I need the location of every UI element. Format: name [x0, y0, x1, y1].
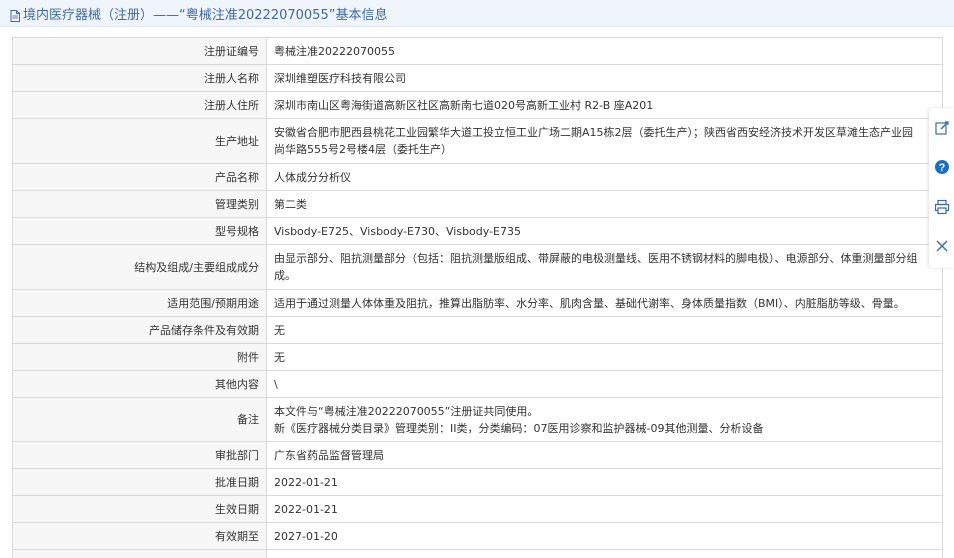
info-icon[interactable]: ? — [934, 159, 950, 175]
row-value: 粤械注准20222070055 — [266, 37, 943, 65]
row-value-line: 本文件与“粤械注准20222070055”注册证共同使用。 — [274, 404, 539, 418]
row-value-line: 由显示部分、阻抗测量部分（包括：阻抗测量版组成、带屏蔽的电极测量线、医用不锈钢材… — [274, 252, 918, 265]
table-row: 有效期至 2027-01-20 — [12, 522, 943, 550]
row-label: 有效期至 — [12, 522, 267, 550]
row-label: 其他内容 — [12, 370, 267, 398]
table-row: 审批部门 广东省药品监督管理局 — [12, 441, 943, 469]
table-row: 注册人名称 深圳维塑医疗科技有限公司 — [12, 64, 943, 92]
row-value: 2022-01-21 — [266, 495, 943, 523]
row-value: 无 — [266, 343, 943, 371]
row-value: 广东省药品监督管理局 — [266, 441, 943, 469]
row-label: 审批部门 — [12, 441, 267, 469]
row-value-line: 安徽省合肥市肥西县桃花工业园繁华大道工投立恒工业广场二期A15栋2层（委托生产）… — [274, 126, 914, 139]
row-label: 注册证编号 — [12, 37, 267, 65]
print-icon[interactable] — [934, 199, 950, 215]
page-title: 境内医疗器械（注册）——“粤械注准20222070055”基本信息 — [23, 7, 388, 23]
row-label: 附件 — [12, 343, 267, 371]
row-label: 结构及组成/主要组成成分 — [12, 244, 267, 290]
table-row: 结构及组成/主要组成成分 由显示部分、阻抗测量部分（包括：阻抗测量版组成、带屏蔽… — [12, 244, 943, 290]
row-value: 人体成分分析仪 — [266, 163, 943, 191]
svg-text:?: ? — [939, 162, 946, 174]
table-row — [12, 549, 943, 558]
close-icon[interactable] — [934, 238, 950, 254]
row-value: Visbody-E725、Visbody-E730、Visbody-E735 — [266, 217, 943, 245]
table-row: 注册人住所 深圳市南山区粤海街道高新区社区高新南七道020号高新工业村 R2-B… — [12, 91, 943, 119]
row-value-line: 成。 — [274, 269, 296, 282]
row-label: 产品储存条件及有效期 — [12, 316, 267, 344]
table-row: 备注 本文件与“粤械注准20222070055”注册证共同使用。 新《医疗器械分… — [12, 397, 943, 442]
page: 境内医疗器械（注册）——“粤械注准20222070055”基本信息 注册证编号 … — [0, 0, 954, 558]
table-row: 适用范围/预期用途 适用于通过测量人体体重及阻抗，推算出脂肪率、水分率、肌肉含量… — [12, 289, 943, 317]
table-row: 附件 无 — [12, 343, 943, 371]
row-label: 产品名称 — [12, 163, 267, 191]
row-value: 第二类 — [266, 190, 943, 218]
row-value: 适用于通过测量人体体重及阻抗，推算出脂肪率、水分率、肌肉含量、基础代谢率、身体质… — [266, 289, 943, 317]
row-value: 深圳维塑医疗科技有限公司 — [266, 64, 943, 92]
title-bar: 境内医疗器械（注册）——“粤械注准20222070055”基本信息 — [0, 0, 954, 27]
table-row: 产品名称 人体成分分析仪 — [12, 163, 943, 191]
table-row: 生产地址 安徽省合肥市肥西县桃花工业园繁华大道工投立恒工业广场二期A15栋2层（… — [12, 118, 943, 164]
row-label — [12, 549, 267, 558]
table-row: 注册证编号 粤械注准20222070055 — [12, 37, 943, 65]
document-icon — [10, 7, 20, 22]
row-value: 本文件与“粤械注准20222070055”注册证共同使用。 新《医疗器械分类目录… — [266, 397, 943, 442]
row-label: 适用范围/预期用途 — [12, 289, 267, 317]
edit-icon[interactable] — [934, 120, 950, 136]
row-label: 备注 — [12, 397, 267, 442]
table-row: 型号规格 Visbody-E725、Visbody-E730、Visbody-E… — [12, 217, 943, 245]
row-value: 无 — [266, 316, 943, 344]
table-row: 管理类别 第二类 — [12, 190, 943, 218]
row-label: 生效日期 — [12, 495, 267, 523]
row-value — [266, 549, 943, 558]
row-value: \ — [266, 370, 943, 398]
row-value: 2022-01-21 — [266, 468, 943, 496]
table-row: 批准日期 2022-01-21 — [12, 468, 943, 496]
table-row: 生效日期 2022-01-21 — [12, 495, 943, 523]
row-label: 生产地址 — [12, 118, 267, 164]
table-row: 产品储存条件及有效期 无 — [12, 316, 943, 344]
row-value: 2027-01-20 — [266, 522, 943, 550]
row-label: 注册人名称 — [12, 64, 267, 92]
row-value-line: 尚华路555号2号楼4层（委托生产） — [274, 143, 452, 156]
row-label: 型号规格 — [12, 217, 267, 245]
row-value: 深圳市南山区粤海街道高新区社区高新南七道020号高新工业村 R2-B 座A201 — [266, 91, 943, 119]
table-row: 其他内容 \ — [12, 370, 943, 398]
row-label: 批准日期 — [12, 468, 267, 496]
side-toolbar: ? — [929, 108, 954, 268]
info-table: 注册证编号 粤械注准20222070055 注册人名称 深圳维塑医疗科技有限公司… — [12, 37, 943, 558]
row-label: 注册人住所 — [12, 91, 267, 119]
row-value: 由显示部分、阻抗测量部分（包括：阻抗测量版组成、带屏蔽的电极测量线、医用不锈钢材… — [266, 244, 943, 290]
row-label: 管理类别 — [12, 190, 267, 218]
row-value: 安徽省合肥市肥西县桃花工业园繁华大道工投立恒工业广场二期A15栋2层（委托生产）… — [266, 118, 943, 164]
row-value-line: 新《医疗器械分类目录》管理类别：II类，分类编码：07医用诊察和监护器械-09其… — [274, 421, 764, 435]
